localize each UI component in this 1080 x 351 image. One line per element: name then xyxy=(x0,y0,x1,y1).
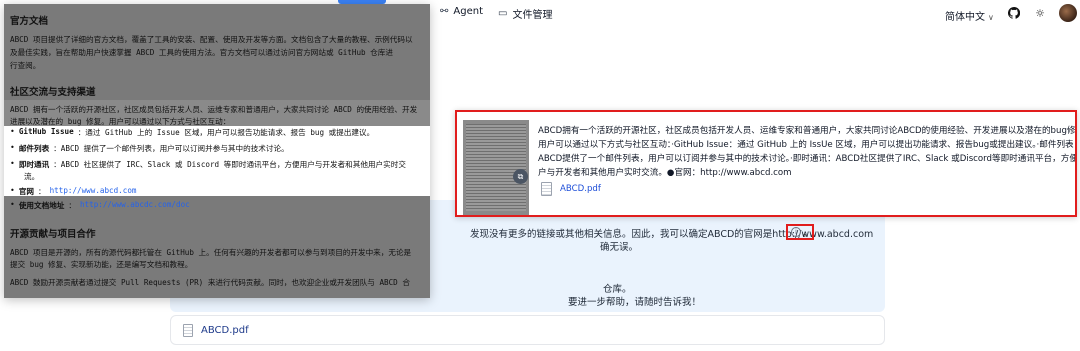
citation-excerpt: ABCD拥有一个活跃的开源社区，社区成员包括开发人员、运维专家和普通用户，大家共… xyxy=(538,124,1075,180)
citation-excerpt-line: ABCD拥有一个活跃的开源社区，社区成员包括开发人员、运维专家和普通用户，大家共… xyxy=(538,126,1075,136)
language-selector[interactable]: 简体中文 ∨ xyxy=(945,8,994,23)
sentence-end: 。 xyxy=(802,228,812,239)
doc-bullet-continuation: 流。 xyxy=(24,172,40,181)
answer-text-line: 要进一步帮助，请随时告诉我！ xyxy=(568,297,702,308)
doc-bullet: • 使用文档地址： http://www.abcdc.com/doc xyxy=(10,200,190,211)
citation-excerpt-line: ABCD提供了一个邮件列表，用户可以订阅并参与其中的技术讨论。·即时通讯：ABC… xyxy=(538,154,1075,164)
citation-excerpt-line: 用户可以通过以下方式与社区互动：·GitHub Issue：通过 GitHub … xyxy=(538,140,1075,150)
doc-bullet: • 即时通讯 ：ABCD 社区提供了 IRC、Slack 或 Discord 等即时… xyxy=(10,159,406,169)
doc-paragraph-line: 进展以及潜在的 bug 修复。用户可以通过以下方式与社区互动： xyxy=(10,117,231,126)
answer-text-line: 确无误。 xyxy=(600,242,639,253)
doc-paragraph-line: ABCD 鼓励开源贡献者通过提交 Pull Requests (PR) 来进行代… xyxy=(10,278,410,287)
citation-popover: ⧉ ABCD拥有一个活跃的开源社区，社区成员包括开发人员、运维专家和普通用户，大… xyxy=(455,110,1077,217)
attachment-card[interactable]: ABCD.pdf xyxy=(170,315,885,345)
doc-paragraph-line: 及最佳实践，旨在帮助用户快速掌握 ABCD 工具的使用方法。官方文档可以通过访问… xyxy=(10,48,393,57)
theme-toggle-sun-icon[interactable]: ☼ xyxy=(1033,6,1047,20)
document-preview-popup: 官方文档 ABCD 项目提供了详细的官方文档，覆盖了工具的安装、配置、使用及开发… xyxy=(4,4,430,298)
official-site-link[interactable]: http://www.abcd.com xyxy=(50,186,137,197)
docs-link[interactable]: http://www.abcdc.com/doc xyxy=(80,200,190,211)
doc-heading: 官方文档 xyxy=(10,16,49,27)
pdf-file-icon xyxy=(183,323,193,337)
doc-heading: 社区交流与支持渠道 xyxy=(10,87,96,98)
chevron-down-icon: ∨ xyxy=(988,13,994,22)
avatar[interactable] xyxy=(1059,4,1077,22)
agent-icon: ⚯ xyxy=(440,6,449,17)
doc-heading: 开源贡献与项目合作 xyxy=(10,229,96,240)
citation-icon[interactable]: i xyxy=(791,227,801,237)
citation-source-file[interactable]: ABCD.pdf xyxy=(541,182,601,196)
doc-paragraph-line: ABCD 项目是开源的，所有的源代码都托管在 GitHub 上。任何有兴趣的开发… xyxy=(10,248,412,257)
answer-text-line: 仓库。 xyxy=(603,284,632,295)
github-icon[interactable] xyxy=(1007,6,1021,20)
doc-bullet: • 官网： http://www.abcd.com xyxy=(10,186,137,197)
pdf-file-icon xyxy=(541,182,552,196)
document-thumbnail[interactable]: ⧉ xyxy=(463,120,529,215)
nav-agent[interactable]: ⚯ Agent xyxy=(440,6,483,17)
doc-paragraph-line: 行查阅。 xyxy=(10,61,41,70)
doc-paragraph-line: ABCD 项目提供了详细的官方文档，覆盖了工具的安装、配置、使用及开发等方面。文… xyxy=(10,35,413,44)
nav-file-management[interactable]: ▭ 文件管理 xyxy=(498,6,552,21)
language-label: 简体中文 xyxy=(945,12,985,23)
doc-paragraph-line: ABCD 拥有一个活跃的开源社区，社区成员包括开发人员、运维专家和普通用户，大家… xyxy=(10,105,418,114)
doc-bullet: • GitHub Issue ：通过 GitHub 上的 Issue 区域，用户可以… xyxy=(10,127,375,137)
folder-icon: ▭ xyxy=(498,8,508,19)
nav-files-label: 文件管理 xyxy=(512,10,553,21)
citation-excerpt-line: 户与开发者和其他用户实时交流。●官网：http://www.abcd.com xyxy=(538,168,792,178)
attachment-file-name: ABCD.pdf xyxy=(201,324,249,336)
citation-file-name: ABCD.pdf xyxy=(560,184,601,194)
citation-marker[interactable]: i 。 xyxy=(786,224,814,240)
nav-agent-label: Agent xyxy=(453,6,483,17)
app-window: ⚯ Agent ▭ 文件管理 简体中文∨ ☼ ⧉ ⟲ ✎ 发现没有更多的链接或其… xyxy=(0,0,1080,351)
doc-bullet: • 邮件列表 ：ABCD 提供了一个邮件列表，用户可以订阅并参与其中的技术讨论。 xyxy=(10,143,289,153)
doc-paragraph-line: 提交 bug 修复、实现新功能，还是编写文档和教程。 xyxy=(10,260,193,269)
preview-icon[interactable]: ⧉ xyxy=(513,169,528,184)
